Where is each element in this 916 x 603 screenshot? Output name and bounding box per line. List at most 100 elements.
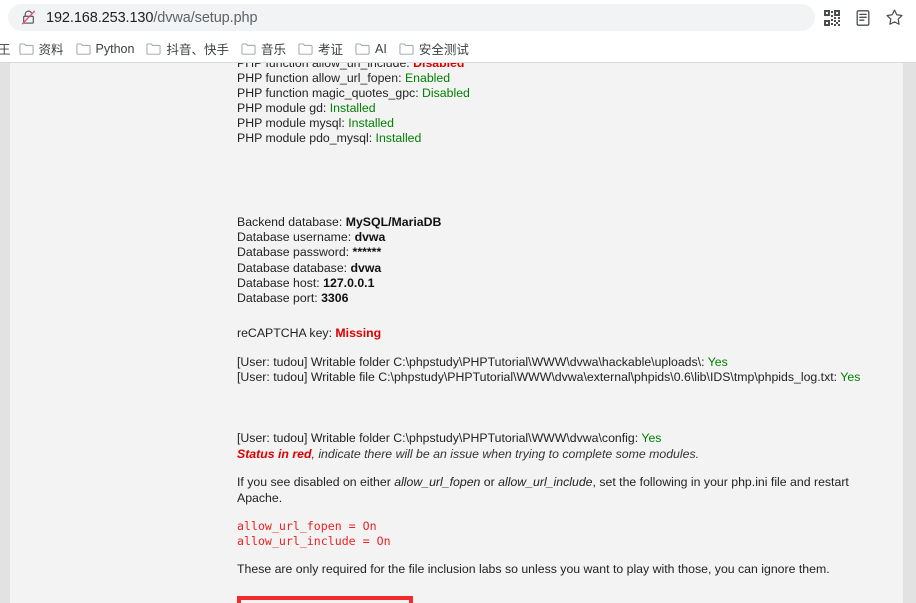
- bookmark-python[interactable]: Python: [70, 38, 141, 60]
- status-value: Installed: [329, 101, 376, 115]
- status-line-module-gd: PHP module gd: Installed: [237, 101, 897, 116]
- url-host: 192.168.253.130: [46, 9, 154, 26]
- bookmarks-bar: 王 资料 Python 抖音、快手 音乐 考证 AI 安全测试: [0, 35, 916, 62]
- writable-label: [User: tudou] Writable folder C:\phpstud…: [237, 355, 705, 369]
- db-label: Database password:: [237, 245, 350, 260]
- db-value: ******: [352, 245, 382, 260]
- status-line-magic-quotes-gpc: PHP function magic_quotes_gpc: Disabled: [237, 86, 897, 101]
- bookmark-clipped[interactable]: 王: [0, 38, 13, 60]
- writable-line-uploads: [User: tudou] Writable folder C:\phpstud…: [237, 355, 889, 370]
- bookmark-ziliao-label: 资料: [38, 43, 64, 57]
- bookmark-kaozheng-label: 考证: [317, 43, 343, 57]
- status-label: PHP function magic_quotes_gpc:: [237, 86, 419, 100]
- status-red-note: Status in red, indicate there will be an…: [237, 447, 897, 463]
- bookmark-star-icon[interactable]: [885, 8, 904, 27]
- php-status-list: PHP function allow_url_include: Disabled…: [237, 63, 897, 146]
- status-label: PHP module mysql:: [237, 116, 345, 130]
- reading-list-icon[interactable]: [854, 9, 872, 27]
- writable-line-phpids-log: [User: tudou] Writable file C:\phpstudy\…: [237, 370, 889, 385]
- writable-label: [User: tudou] Writable file C:\phpstudy\…: [237, 370, 838, 385]
- db-value: dvwa: [350, 260, 382, 275]
- status-line-module-pdo-mysql: PHP module pdo_mysql: Installed: [237, 131, 897, 146]
- page-right-gutter: [903, 63, 916, 603]
- bookmark-douyin-kuaishou[interactable]: 抖音、快手: [140, 38, 235, 60]
- db-label: Database username:: [237, 230, 352, 245]
- db-label: Database database:: [237, 260, 348, 275]
- db-label: Backend database:: [237, 215, 343, 229]
- db-value: dvwa: [354, 230, 386, 245]
- db-line-host: Database host: 127.0.0.1: [237, 276, 897, 291]
- db-line-backend: Backend database: MySQL/MariaDB: [237, 215, 897, 230]
- db-label: Database port:: [237, 290, 318, 305]
- writable-paths-list: [User: tudou] Writable folder C:\phpstud…: [237, 355, 889, 386]
- status-value: Disabled: [422, 86, 470, 100]
- recaptcha-status: reCAPTCHA key: Missing: [237, 326, 381, 341]
- writable-line-config: [User: tudou] Writable folder C:\phpstud…: [237, 431, 897, 446]
- status-value: Installed: [375, 131, 422, 145]
- db-value: MySQL/MariaDB: [345, 215, 442, 229]
- db-line-username: Database username: dvwa: [237, 230, 897, 245]
- bookmark-ziliao[interactable]: 资料: [13, 38, 70, 60]
- folder-icon: [241, 42, 256, 55]
- status-red-emphasis: Status in red: [237, 447, 312, 462]
- bookmark-yinyue-label: 音乐: [260, 43, 286, 57]
- folder-icon: [76, 42, 91, 55]
- bookmark-clipped-label: 王: [0, 43, 11, 57]
- disabled-note-code2: allow_url_include: [498, 475, 593, 489]
- bookmark-ai[interactable]: AI: [349, 38, 393, 60]
- bookmark-python-label: Python: [95, 41, 135, 56]
- writable-value: Yes: [840, 370, 861, 385]
- disabled-note-part2: or: [480, 475, 499, 489]
- writable-value: Yes: [707, 355, 728, 369]
- qr-code-icon[interactable]: [823, 9, 841, 27]
- bookmark-yinyue[interactable]: 音乐: [235, 38, 292, 60]
- db-line-port: Database port: 3306: [237, 291, 897, 306]
- browser-toolbar: 192.168.253.130/dvwa/setup.php: [0, 0, 916, 35]
- status-line-module-mysql: PHP module mysql: Installed: [237, 116, 897, 131]
- db-value: 3306: [321, 290, 349, 305]
- status-line-allow-url-fopen: PHP function allow_url_fopen: Enabled: [237, 71, 897, 86]
- db-value: 127.0.0.1: [323, 275, 375, 290]
- status-line-allow-url-include: PHP function allow_url_include: Disabled: [237, 63, 897, 71]
- status-value: Disabled: [413, 63, 465, 70]
- folder-icon: [298, 42, 313, 55]
- red-annotation-box: [237, 596, 413, 603]
- not-secure-icon[interactable]: [20, 9, 37, 26]
- url-path: /dvwa/setup.php: [153, 9, 258, 26]
- url-text: 192.168.253.130/dvwa/setup.php: [46, 10, 257, 26]
- status-label: PHP module pdo_mysql:: [237, 131, 373, 145]
- address-bar[interactable]: 192.168.253.130/dvwa/setup.php: [8, 4, 815, 31]
- db-line-password: Database password: ******: [237, 245, 897, 260]
- status-red-rest: , indicate there will be an issue when t…: [311, 447, 700, 462]
- status-label: PHP function allow_url_include:: [237, 63, 410, 70]
- config-status-block: [User: tudou] Writable folder C:\phpstud…: [237, 431, 897, 463]
- db-label: Database host:: [237, 275, 320, 290]
- recaptcha-label: reCAPTCHA key:: [237, 326, 332, 340]
- page-left-gutter: [0, 63, 10, 603]
- folder-icon: [399, 42, 414, 55]
- status-value: Installed: [348, 116, 394, 130]
- page-viewport: PHP function allow_url_include: Disabled…: [0, 63, 916, 603]
- database-info-list: Backend database: MySQL/MariaDB Database…: [237, 215, 897, 306]
- bookmark-douyin-kuaishou-label: 抖音、快手: [166, 43, 229, 57]
- config-label: [User: tudou] Writable folder C:\phpstud…: [237, 431, 639, 445]
- bookmark-anquanceshi-label: 安全测试: [418, 43, 469, 57]
- folder-icon: [355, 42, 370, 55]
- disabled-functions-note: If you see disabled on either allow_url_…: [237, 475, 882, 506]
- folder-icon: [146, 42, 161, 55]
- browser-chrome: 192.168.253.130/dvwa/setup.php 王 资料 Pyth…: [0, 0, 916, 63]
- folder-icon: [18, 42, 34, 55]
- bookmark-kaozheng[interactable]: 考证: [292, 38, 349, 60]
- bookmark-ai-label: AI: [375, 41, 387, 56]
- status-label: PHP function allow_url_fopen:: [237, 71, 402, 85]
- status-value: Enabled: [404, 71, 451, 85]
- bookmark-anquanceshi[interactable]: 安全测试: [393, 38, 475, 60]
- disabled-note-part1: If you see disabled on either: [237, 475, 395, 489]
- dvwa-setup-page: PHP function allow_url_include: Disabled…: [10, 63, 903, 603]
- php-ini-code-block: allow_url_fopen = On allow_url_include =…: [237, 519, 391, 548]
- recaptcha-value: Missing: [335, 326, 382, 340]
- file-inclusion-ignore-note: These are only required for the file inc…: [237, 562, 830, 576]
- db-line-database: Database database: dvwa: [237, 261, 897, 276]
- status-label: PHP module gd:: [237, 101, 327, 115]
- config-value: Yes: [641, 431, 662, 445]
